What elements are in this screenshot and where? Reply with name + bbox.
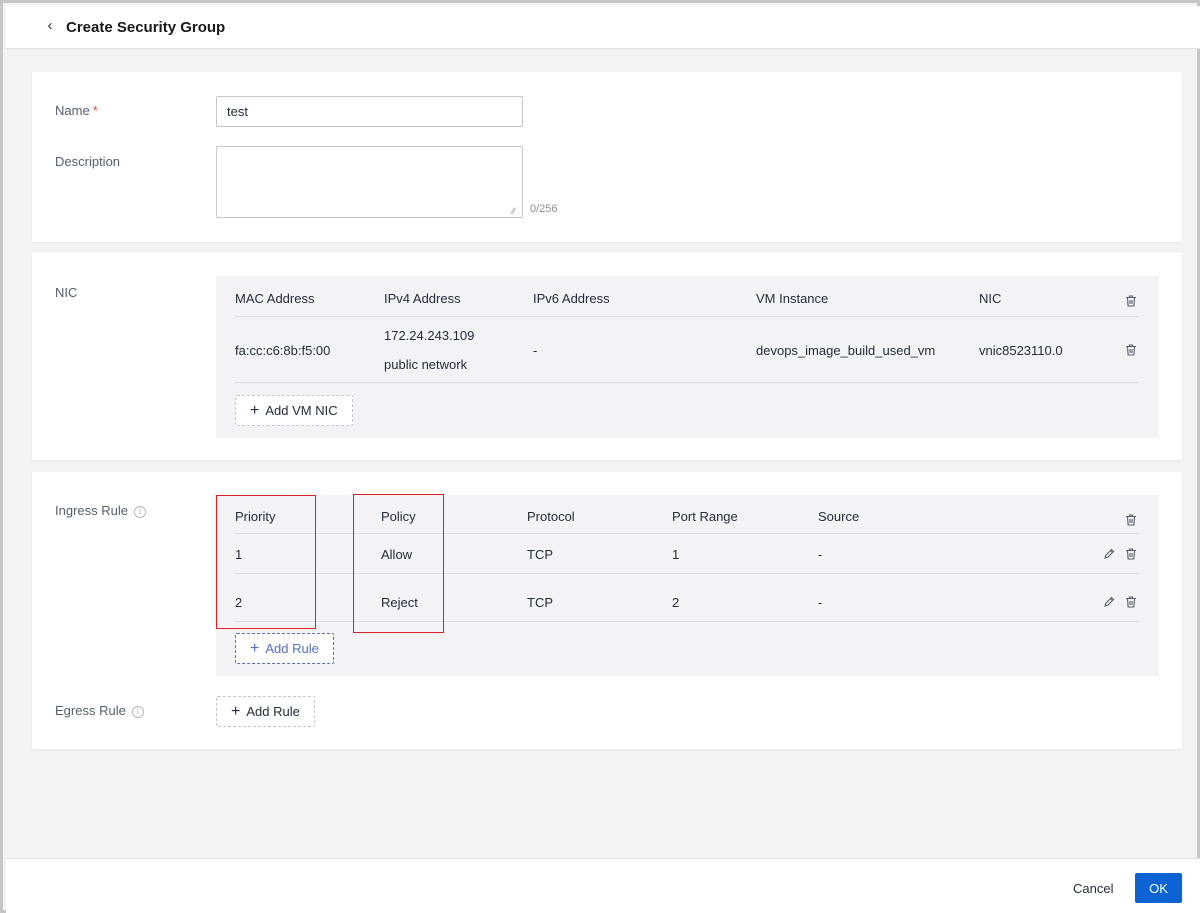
footer-bar: Cancel OK xyxy=(6,858,1200,913)
cell-policy: Reject xyxy=(381,595,418,610)
col-ipv6-address: IPv6 Address xyxy=(533,291,610,306)
table-divider xyxy=(235,573,1139,574)
nic-table: MAC Address IPv4 Address IPv6 Address VM… xyxy=(216,276,1159,438)
edit-pencil-icon[interactable] xyxy=(1102,547,1116,561)
edit-pencil-icon[interactable] xyxy=(1102,595,1116,609)
table-divider xyxy=(235,621,1139,622)
plus-icon: + xyxy=(231,702,241,720)
info-icon[interactable]: i xyxy=(131,706,144,718)
cell-port-range: 1 xyxy=(672,547,680,562)
info-icon[interactable]: i xyxy=(133,506,146,518)
cell-source: - xyxy=(818,547,823,562)
egress-rule-label: Egress Rule i xyxy=(55,703,144,718)
cell-nic: vnic8523110.0 xyxy=(979,343,1063,358)
plus-icon: + xyxy=(250,639,260,657)
cell-protocol: TCP xyxy=(527,547,553,562)
ingress-rule-label: Ingress Rule i xyxy=(55,503,146,518)
description-counter: 0/256 xyxy=(530,203,558,215)
add-vm-nic-button[interactable]: + Add VM NIC xyxy=(235,395,353,426)
col-source: Source xyxy=(818,509,860,524)
cancel-button[interactable]: Cancel xyxy=(1063,873,1123,903)
add-egress-rule-button[interactable]: + Add Rule xyxy=(216,696,315,727)
delete-row-trash-icon[interactable] xyxy=(1124,547,1138,561)
rules-card: Ingress Rule i Priority Policy Protocol P… xyxy=(32,472,1182,749)
resize-handle-icon[interactable]: ∕∕ xyxy=(512,206,522,216)
cell-ipv4-network: public network xyxy=(384,357,468,372)
nic-card: NIC MAC Address IPv4 Address IPv6 Addres… xyxy=(32,253,1182,460)
ingress-rule-table: Priority Policy Protocol Port Range Sour… xyxy=(216,494,1159,676)
cell-priority: 2 xyxy=(235,595,243,610)
dialog-frame: ‹ Create Security Group Name* Descriptio… xyxy=(0,0,1200,913)
cell-ipv4: 172.24.243.109 xyxy=(384,328,475,343)
table-divider xyxy=(235,316,1139,317)
col-port-range: Port Range xyxy=(672,509,738,524)
delete-all-trash-icon[interactable] xyxy=(1124,294,1138,308)
delete-row-trash-icon[interactable] xyxy=(1124,343,1138,357)
col-vm-instance: VM Instance xyxy=(756,291,829,306)
col-mac-address: MAC Address xyxy=(235,291,315,306)
delete-row-trash-icon[interactable] xyxy=(1124,595,1138,609)
col-policy: Policy xyxy=(381,509,416,524)
add-ingress-rule-button[interactable]: + Add Rule xyxy=(235,633,334,664)
cell-priority: 1 xyxy=(235,547,243,562)
delete-all-trash-icon[interactable] xyxy=(1124,513,1138,527)
required-mark: * xyxy=(92,103,98,118)
cell-source: - xyxy=(818,595,823,610)
chevron-left-icon[interactable]: ‹ xyxy=(42,17,58,37)
cell-mac: fa:cc:c6:8b:f5:00 xyxy=(235,343,331,358)
name-input[interactable] xyxy=(216,96,523,127)
cell-port-range: 2 xyxy=(672,595,680,610)
ok-button[interactable]: OK xyxy=(1135,873,1182,903)
plus-icon: + xyxy=(250,401,260,419)
table-divider xyxy=(235,533,1139,534)
col-protocol: Protocol xyxy=(527,509,575,524)
page-title: Create Security Group xyxy=(66,19,226,36)
col-ipv4-address: IPv4 Address xyxy=(384,291,461,306)
cell-ipv6: - xyxy=(533,343,538,358)
cell-policy: Allow xyxy=(381,547,413,562)
basic-info-card: Name* Description ∕∕ 0/256 xyxy=(32,72,1182,242)
name-label: Name * xyxy=(55,103,98,118)
description-textarea[interactable] xyxy=(216,146,523,218)
header-bar: ‹ Create Security Group xyxy=(6,6,1200,49)
table-divider xyxy=(235,382,1139,383)
nic-label: NIC xyxy=(55,285,78,300)
description-label: Description xyxy=(55,154,121,169)
cell-vm-instance: devops_image_build_used_vm xyxy=(756,343,936,358)
col-nic: NIC xyxy=(979,291,1002,306)
cell-protocol: TCP xyxy=(527,595,553,610)
col-priority: Priority xyxy=(235,509,276,524)
